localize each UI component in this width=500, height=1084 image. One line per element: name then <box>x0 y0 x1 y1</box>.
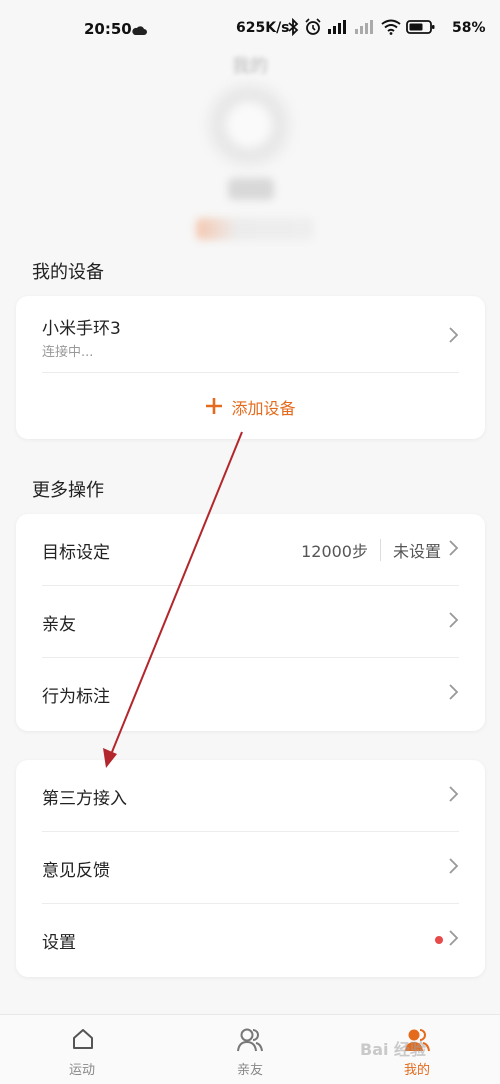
profile-name-blurred <box>228 178 274 200</box>
alarm-icon <box>304 18 322 40</box>
avatar[interactable] <box>204 80 294 170</box>
settings-label: 设置 <box>42 932 76 953</box>
third-party-row[interactable]: 第三方接入 <box>42 760 459 832</box>
plus-icon <box>205 395 223 419</box>
settings-row[interactable]: 设置 <box>42 904 459 976</box>
friends-icon <box>236 1027 264 1057</box>
chevron-right-icon <box>447 326 459 348</box>
goal-setting-label: 目标设定 <box>42 542 110 563</box>
third-party-label: 第三方接入 <box>42 788 127 809</box>
goal-status: 未设置 <box>392 542 441 561</box>
battery-icon <box>406 19 436 39</box>
goal-setting-row[interactable]: 目标设定 12000步 未设置 <box>42 514 459 586</box>
add-device-button[interactable]: 添加设备 <box>16 392 485 422</box>
value-separator <box>379 539 381 561</box>
behavior-tag-row[interactable]: 行为标注 <box>42 658 459 730</box>
signal-weak-icon <box>354 19 376 39</box>
notification-dot <box>435 936 443 944</box>
network-speed: 625K/s <box>236 20 290 36</box>
profile-header: 我的 <box>0 40 500 245</box>
section-title-more: 更多操作 <box>32 480 104 501</box>
tab-friends[interactable]: 亲友 <box>167 1015 333 1084</box>
friends-label: 亲友 <box>42 614 76 635</box>
signal-icon <box>327 19 349 39</box>
wifi-icon <box>381 19 401 39</box>
tab-sport-label: 运动 <box>68 1063 95 1078</box>
friends-row[interactable]: 亲友 <box>42 586 459 658</box>
chevron-right-icon <box>447 539 459 561</box>
home-icon <box>71 1027 95 1055</box>
add-device-label: 添加设备 <box>231 399 296 418</box>
tab-friends-label: 亲友 <box>236 1063 263 1078</box>
chevron-right-icon <box>447 785 459 807</box>
devices-card: 小米手环3 连接中... 添加设备 <box>16 296 485 439</box>
device-name: 小米手环3 <box>42 319 121 339</box>
chevron-right-icon <box>447 929 459 951</box>
chevron-right-icon <box>447 683 459 705</box>
tab-sport[interactable]: 运动 <box>0 1015 166 1084</box>
page-title: 我的 <box>232 56 268 77</box>
bluetooth-icon <box>287 17 299 40</box>
goal-setting-values: 12000步 未设置 <box>301 538 459 562</box>
status-time: 20:50 <box>84 20 132 38</box>
section-title-devices: 我的设备 <box>32 262 104 283</box>
feedback-label: 意见反馈 <box>42 860 110 881</box>
feedback-row[interactable]: 意见反馈 <box>42 832 459 904</box>
profile-tag-blurred <box>196 218 314 240</box>
chevron-right-icon <box>447 611 459 633</box>
tab-mine-label: 我的 <box>403 1063 430 1078</box>
divider <box>42 372 459 373</box>
other-card: 第三方接入 意见反馈 设置 <box>16 760 485 977</box>
chevron-right-icon <box>447 857 459 879</box>
watermark: Bai 经验 <box>360 1040 427 1059</box>
settings-indicators <box>435 929 459 951</box>
battery-percent: 58% <box>452 20 486 36</box>
behavior-tag-label: 行为标注 <box>42 686 110 707</box>
cloud-icon <box>131 22 147 40</box>
more-card: 目标设定 12000步 未设置 亲友 行为标注 <box>16 514 485 731</box>
goal-steps: 12000步 <box>301 542 368 561</box>
device-status: 连接中... <box>42 345 94 360</box>
status-icons <box>287 17 436 40</box>
